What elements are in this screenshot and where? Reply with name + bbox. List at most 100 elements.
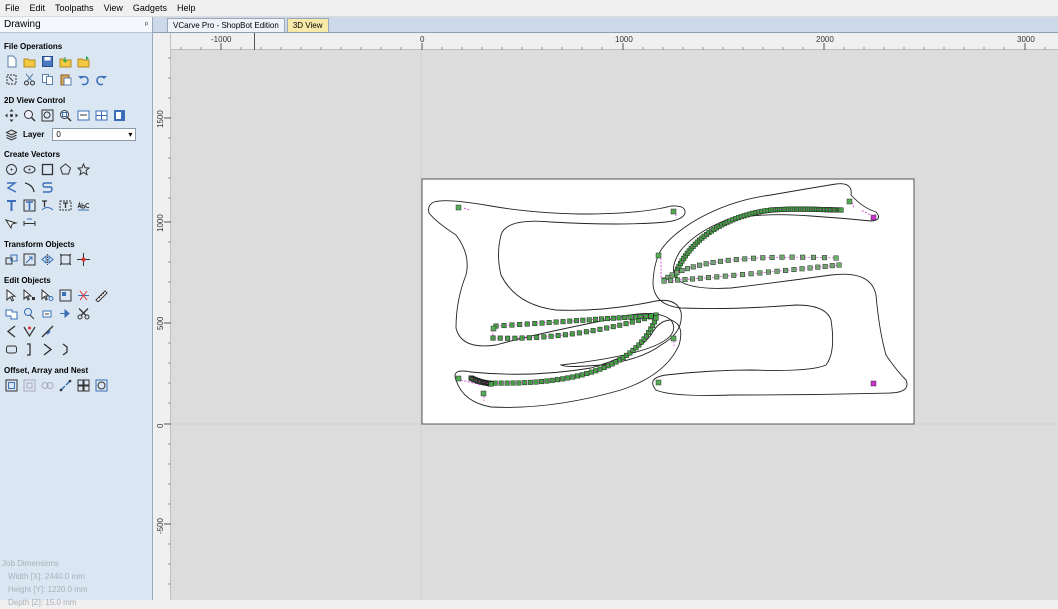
center-object-icon[interactable] [76,252,91,267]
cut-icon[interactable] [22,72,37,87]
offset-icon[interactable] [4,378,19,393]
ruler-y-label-500: 500 [156,316,165,330]
chevron-right-icon[interactable] [40,342,55,357]
menu-view[interactable]: View [99,3,128,13]
import-icon[interactable] [58,54,73,69]
text-fit-icon[interactable] [58,198,73,213]
step-repeat-icon[interactable] [58,378,73,393]
brace-icon[interactable] [58,342,73,357]
interactive-transform-icon[interactable] [40,288,55,303]
zoom-box-icon[interactable] [40,108,55,123]
redo-icon[interactable] [94,72,109,87]
array-copy-icon[interactable] [76,378,91,393]
edit-row-4 [4,342,152,357]
tab-3d-view[interactable]: 3D View [286,18,329,32]
job-height: Height [Y]: 1220.0 mm [8,585,88,594]
pin-icon[interactable]: ᵖ [145,20,148,29]
tab-2d-view[interactable]: VCarve Pro - ShopBot Edition [167,18,285,32]
draw-node-icon[interactable] [4,216,19,231]
undo-icon[interactable] [76,72,91,87]
view-control-row [4,108,152,123]
move-icon[interactable] [4,252,19,267]
toolpath-bead [674,270,680,276]
menu-gadgets[interactable]: Gadgets [128,3,172,13]
align-icon[interactable] [58,252,73,267]
layer-select[interactable]: 0 ▾ [52,127,137,141]
create-vectors-row-4 [4,216,152,231]
text-abc-icon[interactable] [76,198,91,213]
save-icon[interactable] [40,54,55,69]
file-ops-row-1 [4,54,152,69]
copy-icon[interactable] [40,72,55,87]
text-on-curve-icon[interactable] [40,198,55,213]
trim-icon[interactable] [76,288,91,303]
toolpath-bead [623,321,629,327]
circular-array-icon[interactable] [94,378,109,393]
toolpath-bead [833,255,839,261]
toolpath-bead [488,381,494,387]
polyline-icon[interactable] [4,180,19,195]
star-icon[interactable] [76,162,91,177]
menu-toolpaths[interactable]: Toolpaths [50,3,99,13]
new-file-icon[interactable] [4,54,19,69]
edit-row-2 [4,306,152,321]
job-depth: Depth [Z]: 15.0 mm [8,598,77,607]
close-vector-icon[interactable] [4,342,19,357]
size-objects-icon[interactable] [58,288,73,303]
export-icon[interactable] [76,54,91,69]
arc-icon[interactable] [22,180,37,195]
material-sheet[interactable] [421,178,915,425]
measure-icon[interactable] [94,288,109,303]
canvas-svg[interactable] [171,50,1058,600]
layer-select-value: 0 [56,129,61,139]
curve-icon[interactable] [40,180,55,195]
section-edit-objects: Edit Objects [4,276,51,285]
fillet-icon[interactable] [22,324,37,339]
text-box-icon[interactable] [22,198,37,213]
zoom-icon[interactable] [22,108,37,123]
ruler-vertical: 1500 1000 500 0 -500 [153,33,171,600]
create-vectors-row-2 [4,180,152,195]
subtract-icon[interactable] [40,306,55,321]
section-transform-objects: Transform Objects [4,240,75,249]
zoom-extents-icon[interactable] [58,108,73,123]
view-window-icon[interactable] [112,108,127,123]
mirror-icon[interactable] [40,252,55,267]
join-icon[interactable] [22,306,37,321]
view-sheet-icon[interactable] [76,108,91,123]
ellipse-icon[interactable] [22,162,37,177]
menu-bar: File Edit Toolpaths View Gadgets Help [0,0,1058,17]
rectangle-icon[interactable] [40,162,55,177]
menu-help[interactable]: Help [172,3,201,13]
select-all-icon[interactable] [4,72,19,87]
section-create-vectors: Create Vectors [4,150,61,159]
dimension-icon[interactable] [22,216,37,231]
menu-edit[interactable]: Edit [25,3,51,13]
extend-icon[interactable] [40,324,55,339]
open-file-icon[interactable] [22,54,37,69]
scissors-icon[interactable] [76,306,91,321]
layers-icon [4,127,19,142]
polygon-icon[interactable] [58,162,73,177]
fillet-corners-icon[interactable] [22,378,37,393]
node-edit-icon[interactable] [22,288,37,303]
view-split-icon[interactable] [94,108,109,123]
section-2d-view-control: 2D View Control [4,96,66,105]
weld-icon[interactable] [4,306,19,321]
circle-icon[interactable] [4,162,19,177]
drawing-canvas[interactable] [171,50,1058,600]
file-ops-row-2 [4,72,152,87]
select-icon[interactable] [4,288,19,303]
chevron-left-icon[interactable] [4,324,19,339]
scale-icon[interactable] [22,252,37,267]
join-vectors-icon[interactable] [58,306,73,321]
menu-file[interactable]: File [0,3,25,13]
job-dimensions-title: Job Dimensions [2,559,59,568]
text-icon[interactable] [4,198,19,213]
toolpath-bead [836,262,842,268]
paste-icon[interactable] [58,72,73,87]
pan-icon[interactable] [4,108,19,123]
nest-parts-icon[interactable] [40,378,55,393]
view-tabs: VCarve Pro - ShopBot Edition 3D View [153,17,1058,33]
bracket-icon[interactable] [22,342,37,357]
